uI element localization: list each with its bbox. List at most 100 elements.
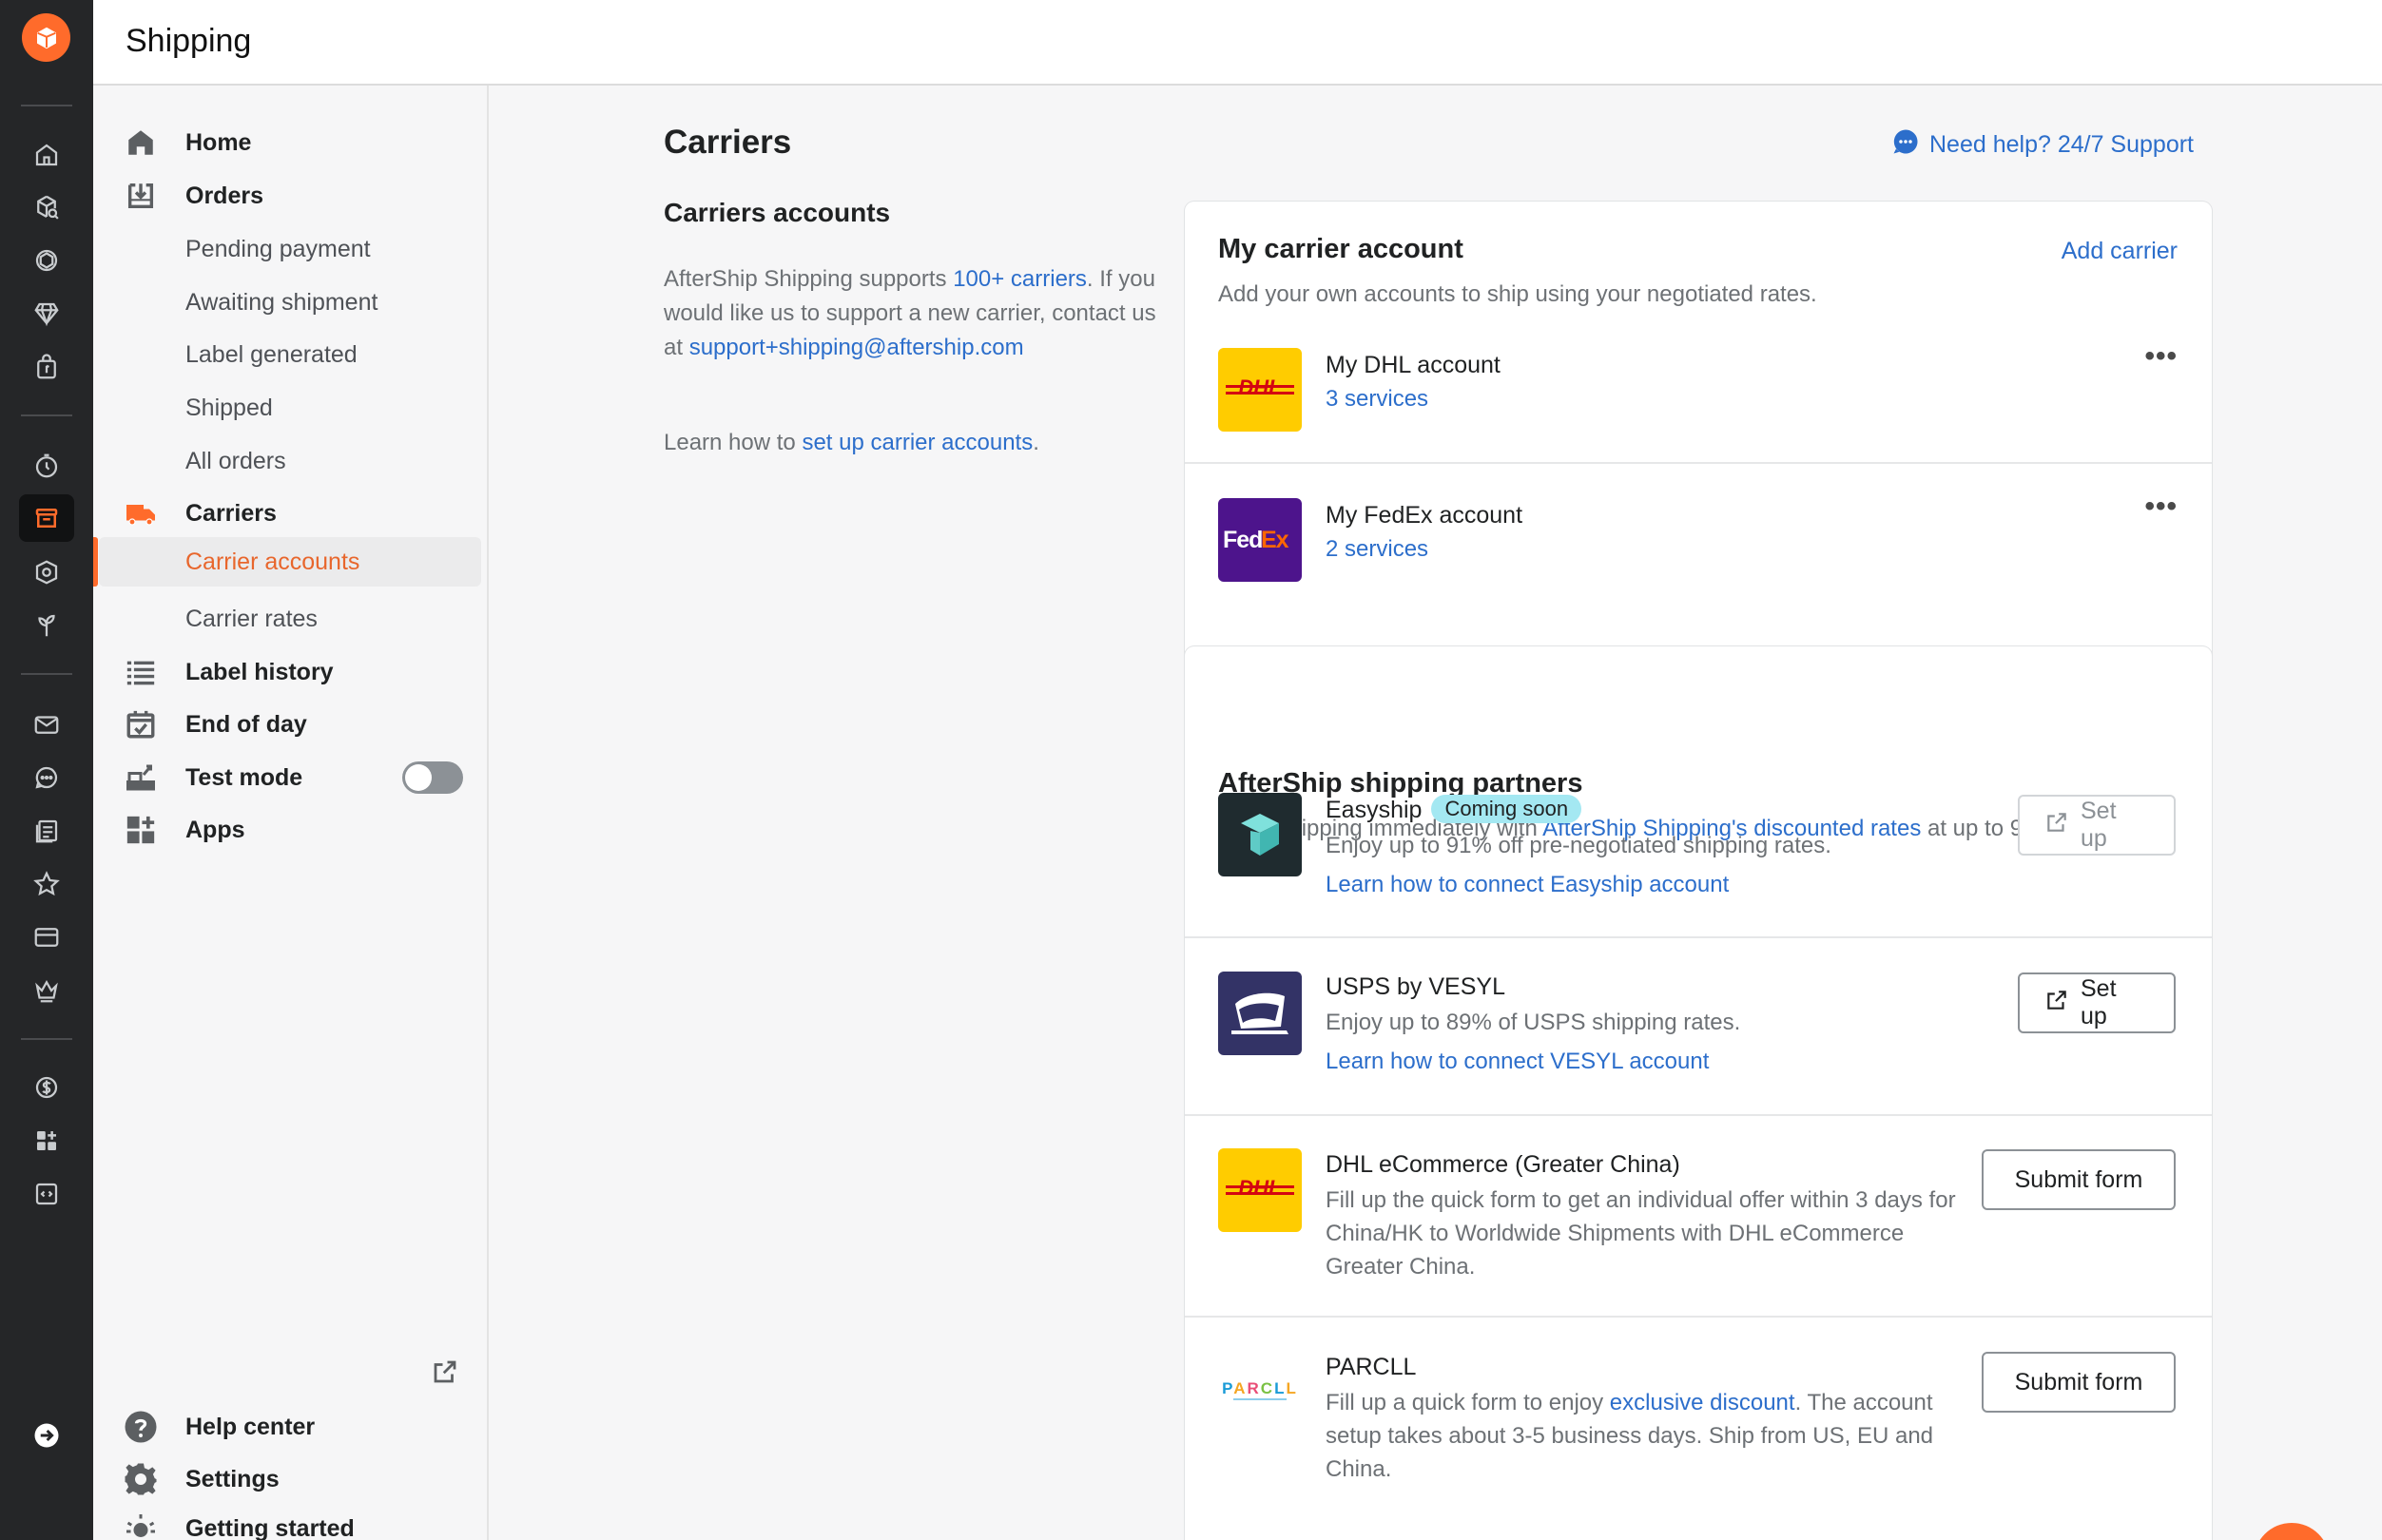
nav-item-all-orders[interactable]: All orders (93, 436, 489, 486)
usps-setup-button[interactable]: Set up (2018, 972, 2176, 1033)
pages-icon[interactable] (26, 810, 68, 852)
account-services-link[interactable]: 3 services (1326, 386, 1428, 413)
nav-label: Carrier rates (185, 605, 318, 632)
home-icon (124, 125, 158, 160)
nav-item-label-history[interactable]: Label history (93, 647, 489, 697)
shield-icon[interactable] (26, 551, 68, 593)
top-bar: Shipping (93, 0, 2382, 86)
nav-item-shipped[interactable]: Shipped (93, 383, 489, 433)
package-search-icon[interactable] (26, 186, 68, 228)
exclusive-discount-link[interactable]: exclusive discount (1610, 1390, 1795, 1415)
nav-label: Label history (185, 658, 334, 685)
nav-item-carrier-accounts[interactable]: Carrier accounts (93, 537, 481, 587)
learn-text: Learn how to (664, 430, 803, 455)
nav-item-settings[interactable]: Settings (93, 1454, 489, 1504)
test-mode-toggle[interactable] (402, 761, 463, 794)
setup-carrier-accounts-link[interactable]: set up carrier accounts (802, 430, 1033, 455)
expand-arrow-icon[interactable] (26, 1415, 68, 1456)
help-icon (124, 1410, 158, 1444)
partner-name: PARCLL (1326, 1354, 1417, 1380)
svg-text:DHL: DHL (1238, 375, 1281, 399)
account-services-link[interactable]: 2 services (1326, 536, 1428, 563)
nav-item-label-generated[interactable]: Label generated (93, 330, 489, 379)
card-title: My carrier account (1218, 234, 1463, 264)
nav-item-awaiting-shipment[interactable]: Awaiting shipment (93, 278, 489, 327)
external-link-icon[interactable] (431, 1357, 461, 1388)
nav-item-test-mode[interactable]: Test mode (93, 753, 489, 802)
partner-name: USPS by VESYL (1326, 973, 1505, 1000)
svg-text:Fed: Fed (1223, 527, 1262, 553)
nav-item-orders[interactable]: Orders (93, 171, 489, 221)
partner-description: Fill up a quick form to enjoy exclusive … (1326, 1386, 1972, 1486)
plant-icon[interactable] (26, 605, 68, 646)
chat-bubble-icon (1891, 127, 1920, 163)
learn-text: . (1033, 430, 1039, 455)
button-label: Set up (2081, 798, 2117, 852)
lifebuoy-icon[interactable] (26, 240, 68, 281)
carriers-link[interactable]: 100+ carriers (953, 266, 1087, 292)
nav-item-end-of-day[interactable]: End of day (93, 700, 489, 749)
parcll-submit-form-button[interactable]: Submit form (1982, 1352, 2176, 1413)
card-subtitle: Add your own accounts to ship using your… (1218, 281, 1817, 307)
diamond-icon[interactable] (26, 293, 68, 335)
crown-icon[interactable] (26, 970, 68, 1011)
dollar-icon[interactable] (26, 1067, 68, 1108)
star-icon[interactable] (26, 863, 68, 905)
nav-item-help-center[interactable]: Help center (93, 1402, 489, 1452)
nav-label: Awaiting shipment (185, 288, 378, 316)
button-label: Submit form (2014, 1165, 2143, 1193)
easyship-setup-button[interactable]: Set up (2018, 795, 2176, 856)
bag-icon[interactable] (26, 346, 68, 388)
home-icon[interactable] (26, 134, 68, 176)
svg-text:DHL: DHL (1238, 1176, 1281, 1200)
chat-icon[interactable] (26, 757, 68, 799)
account-name: My FedEx account (1326, 502, 1523, 529)
nav-item-carrier-rates[interactable]: Carrier rates (93, 594, 489, 644)
nav-label: Getting started (185, 1514, 355, 1540)
nav-label: Shipped (185, 394, 273, 421)
side-nav: Home Orders Pending payment Awaiting shi… (93, 86, 489, 1540)
section-desc-text: AfterShip Shipping supports (664, 266, 954, 292)
shipping-box-icon[interactable] (19, 494, 74, 542)
dhl-submit-form-button[interactable]: Submit form (1982, 1149, 2176, 1210)
support-link[interactable]: Need help? 24/7 Support (1891, 127, 2194, 163)
mail-icon[interactable] (26, 703, 68, 745)
button-label: Set up (2081, 975, 2117, 1030)
more-actions-icon[interactable]: ••• (2144, 491, 2178, 523)
nav-label: Settings (185, 1465, 280, 1492)
partner-learn-link[interactable]: Learn how to connect Easyship account (1326, 872, 1729, 898)
support-link-label: Need help? 24/7 Support (1929, 131, 2194, 158)
status-badge: Coming soon (1431, 795, 1582, 823)
page-title: Carriers (664, 124, 792, 161)
support-email-link[interactable]: support+shipping@aftership.com (689, 335, 1024, 360)
test-mode-icon (124, 760, 158, 795)
button-label: Submit form (2014, 1368, 2143, 1396)
apps-icon[interactable] (26, 1120, 68, 1162)
nav-label: Home (185, 128, 252, 156)
card-icon[interactable] (26, 916, 68, 958)
app-rail (0, 0, 93, 1540)
nav-label: Pending payment (185, 235, 371, 262)
orders-icon (124, 179, 158, 213)
nav-item-getting-started[interactable]: Getting started (93, 1504, 489, 1540)
add-carrier-link[interactable]: Add carrier (2062, 238, 2178, 265)
nav-label: Help center (185, 1413, 316, 1440)
rail-divider (21, 673, 72, 675)
nav-item-apps[interactable]: Apps (93, 805, 489, 855)
code-icon[interactable] (26, 1173, 68, 1215)
nav-item-pending-payment[interactable]: Pending payment (93, 224, 489, 274)
more-actions-icon[interactable]: ••• (2144, 340, 2178, 373)
partner-learn-link[interactable]: Learn how to connect VESYL account (1326, 1049, 1709, 1075)
nav-item-home[interactable]: Home (93, 118, 489, 167)
aftership-logo[interactable] (22, 13, 70, 62)
svg-text:PARCLL: PARCLL (1222, 1379, 1298, 1397)
parcll-logo: PARCLL (1218, 1348, 1302, 1432)
dhl-ecommerce-logo: DHL (1218, 1148, 1302, 1232)
gear-icon (124, 1462, 158, 1496)
svg-text:Ex: Ex (1261, 527, 1289, 553)
rail-divider (21, 105, 72, 106)
timer-icon[interactable] (26, 445, 68, 487)
external-link-icon (2044, 988, 2069, 1019)
nav-item-carriers[interactable]: Carriers (93, 489, 489, 538)
easyship-logo (1218, 793, 1302, 876)
